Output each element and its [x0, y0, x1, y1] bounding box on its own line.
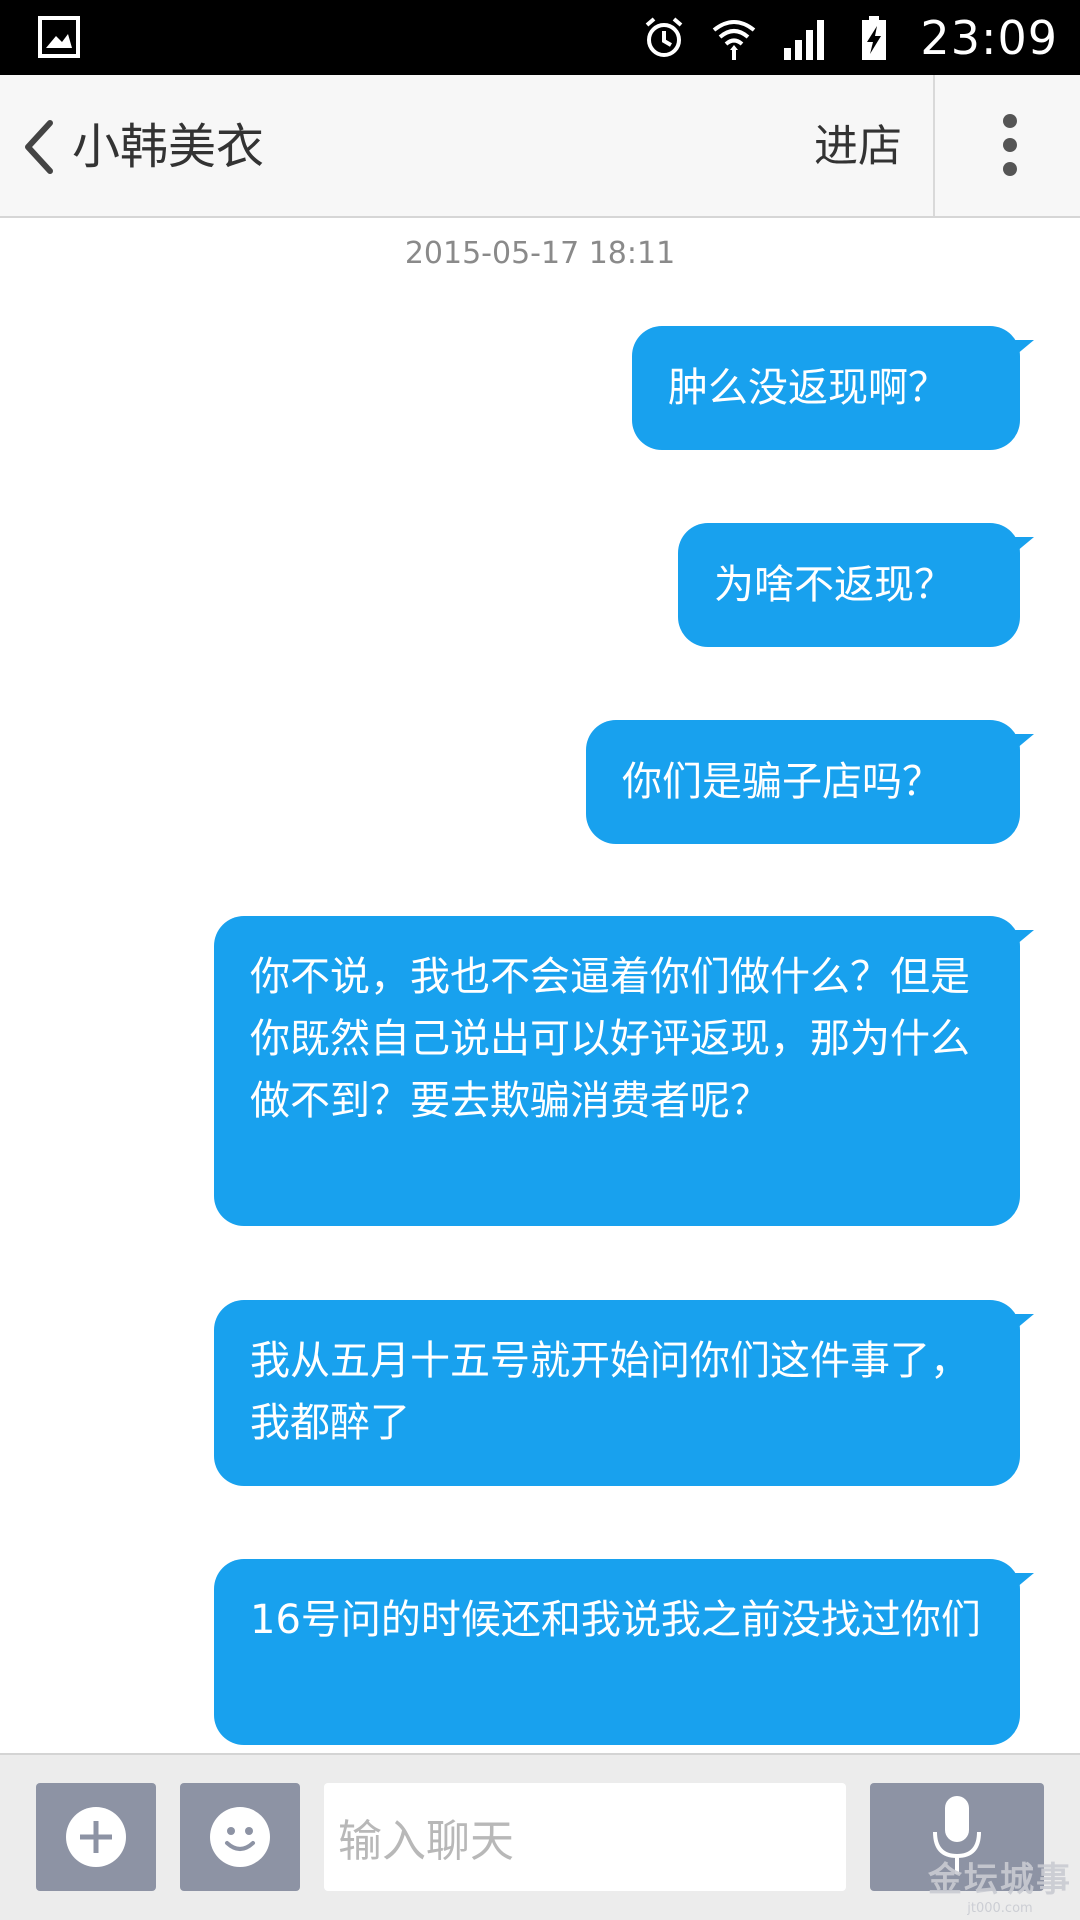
message-bubble[interactable]: 肿么没返现啊？ — [632, 326, 1034, 450]
message-bubble[interactable]: 你不说，我也不会逼着你们做什么？但是你既然自己说出可以好评返现，那为什么做不到？… — [214, 916, 1034, 1226]
message-text: 16号问的时候还和我说我之前没找过你们 — [250, 1597, 981, 1643]
battery-charging-icon — [862, 15, 887, 60]
more-vertical-icon — [1003, 114, 1017, 128]
gallery-icon — [38, 16, 80, 58]
message-text: 你们是骗子店吗？ — [622, 759, 942, 805]
status-time: 23:09 — [920, 10, 1058, 65]
more-options-button[interactable] — [960, 95, 1060, 195]
status-bar: 23:09 — [0, 0, 1080, 75]
header-divider — [933, 75, 935, 216]
message-text: 肿么没返现啊？ — [668, 365, 948, 411]
watermark-url: jt000.com — [967, 1901, 1033, 1916]
emoji-button[interactable] — [180, 1783, 300, 1891]
message-text: 我从五月十五号就开始问你们这件事了，我都醉了 — [250, 1338, 970, 1446]
smiley-icon — [210, 1807, 270, 1867]
watermark-text: 金坛城事 — [928, 1860, 1072, 1900]
message-text: 为啥不返现？ — [714, 562, 954, 608]
chat-area[interactable]: 2015-05-17 18:11 肿么没返现啊？ 为啥不返现？ 你们是骗子店吗？… — [0, 218, 1080, 1753]
more-vertical-icon — [1003, 138, 1017, 152]
message-timestamp: 2015-05-17 18:11 — [404, 236, 676, 271]
message-bubble[interactable]: 16号问的时候还和我说我之前没找过你们 — [214, 1559, 1034, 1745]
more-vertical-icon — [1003, 162, 1017, 176]
add-button[interactable] — [36, 1783, 156, 1891]
chat-input-placeholder: 输入聊天 — [338, 1816, 514, 1867]
back-button[interactable] — [10, 105, 70, 189]
watermark-logo: 金坛城事 jt000.com — [928, 1852, 1072, 1916]
message-bubble[interactable]: 你们是骗子店吗？ — [586, 720, 1034, 844]
chat-title: 小韩美衣 — [72, 119, 265, 175]
input-bar: 输入聊天 金坛城事 jt000.com — [0, 1753, 1080, 1920]
chat-input[interactable]: 输入聊天 — [324, 1783, 846, 1891]
wifi-icon — [713, 19, 756, 60]
title-bar: 小韩美衣 进店 — [0, 75, 1080, 218]
plus-circle-icon — [66, 1807, 126, 1867]
alarm-icon — [646, 16, 683, 57]
message-bubble[interactable]: 为啥不返现？ — [678, 523, 1034, 647]
message-bubble[interactable]: 我从五月十五号就开始问你们这件事了，我都醉了 — [214, 1300, 1034, 1486]
message-text: 你不说，我也不会逼着你们做什么？但是你既然自己说出可以好评返现，那为什么做不到？… — [250, 954, 970, 1124]
enter-shop-button[interactable]: 进店 — [800, 105, 916, 189]
signal-icon — [784, 19, 825, 60]
chevron-left-icon — [25, 120, 53, 174]
